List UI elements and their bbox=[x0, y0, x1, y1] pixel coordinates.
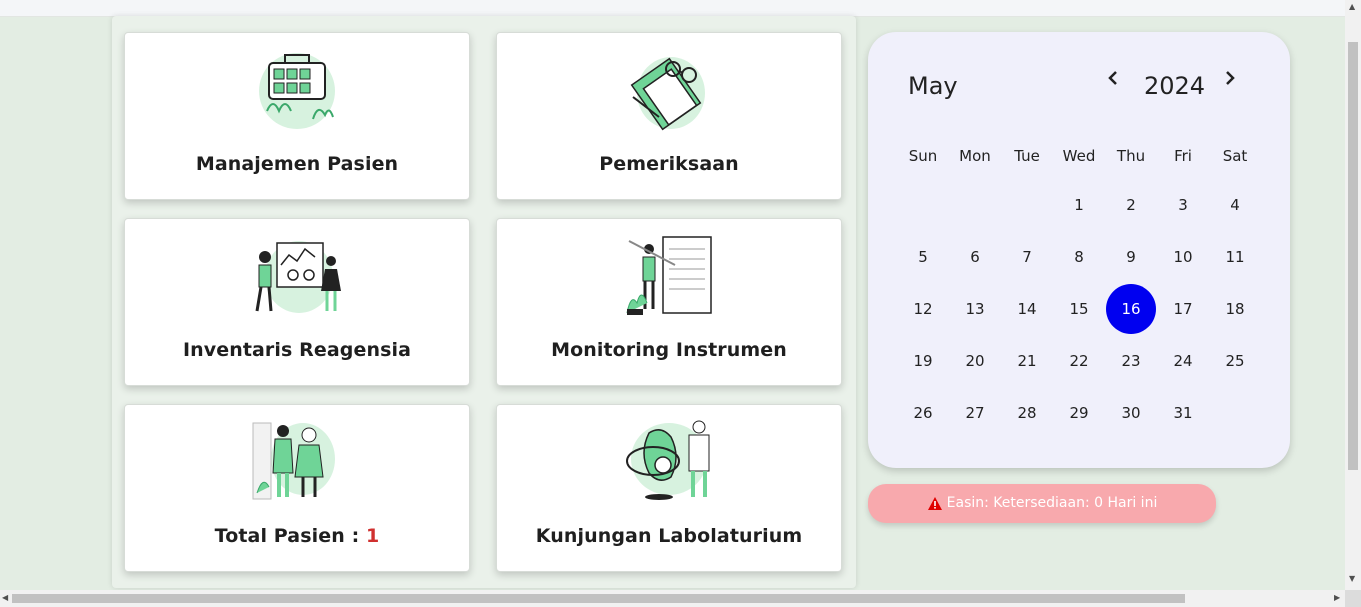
scroll-up-arrow-icon[interactable]: ▲ bbox=[1349, 2, 1355, 11]
card-label: Monitoring Instrumen bbox=[551, 339, 787, 361]
calendar-day[interactable]: 1 bbox=[1054, 180, 1104, 230]
calendar-day[interactable]: 27 bbox=[950, 388, 1000, 438]
calendar-day[interactable]: 9 bbox=[1106, 232, 1156, 282]
calendar-day[interactable]: 12 bbox=[898, 284, 948, 334]
calendar-day[interactable]: 20 bbox=[950, 336, 1000, 386]
calendar-day[interactable]: 18 bbox=[1210, 284, 1260, 334]
instrument-monitoring-illustration-icon bbox=[626, 236, 712, 315]
weekday-sun: Sun bbox=[908, 147, 938, 165]
horizontal-scrollbar[interactable]: ◀ ▶ bbox=[0, 590, 1345, 607]
calendar-day[interactable]: 29 bbox=[1054, 388, 1104, 438]
card-pemeriksaan[interactable]: Pemeriksaan bbox=[496, 32, 842, 200]
total-pasien-label: Total Pasien : bbox=[214, 525, 366, 547]
calendar-day[interactable]: 14 bbox=[1002, 284, 1052, 334]
calendar-day[interactable]: 19 bbox=[898, 336, 948, 386]
calendar-day[interactable]: 28 bbox=[1002, 388, 1052, 438]
scrollbar-corner bbox=[1345, 590, 1361, 607]
weekday-sat: Sat bbox=[1222, 147, 1248, 165]
weekday-wed: Wed bbox=[1062, 147, 1096, 165]
calendar-day[interactable]: 23 bbox=[1106, 336, 1156, 386]
calendar-day[interactable]: 21 bbox=[1002, 336, 1052, 386]
calendar-day[interactable]: 22 bbox=[1054, 336, 1104, 386]
calendar-day[interactable]: 10 bbox=[1158, 232, 1208, 282]
weekday-mon: Mon bbox=[959, 147, 991, 165]
card-kunjungan-labolaturium[interactable]: Kunjungan Labolaturium bbox=[496, 404, 842, 572]
calendar-day-selected[interactable]: 16 bbox=[1106, 284, 1156, 334]
calendar-next-button[interactable] bbox=[1220, 68, 1240, 90]
warning-icon bbox=[927, 496, 942, 510]
calendar-day[interactable]: 17 bbox=[1158, 284, 1208, 334]
calendar-prev-button[interactable] bbox=[1103, 68, 1123, 90]
examination-clipboard-illustration-icon bbox=[630, 57, 705, 131]
calendar-day[interactable]: 24 bbox=[1158, 336, 1208, 386]
calendar-day[interactable]: 31 bbox=[1158, 388, 1208, 438]
horizontal-scroll-thumb[interactable] bbox=[12, 594, 1185, 603]
calendar-day[interactable]: 6 bbox=[950, 232, 1000, 282]
calendar-widget: May 2024 Sun Mon Tue Wed Thu Fri Sat 1 2 3 4 5 6 7 8 9 1… bbox=[868, 32, 1290, 468]
weekday-fri: Fri bbox=[1174, 147, 1192, 165]
patients-illustration-icon bbox=[252, 422, 335, 500]
browser-top-bar bbox=[0, 0, 1345, 17]
calendar-year: 2024 bbox=[1144, 72, 1206, 100]
calendar-day[interactable]: 25 bbox=[1210, 336, 1260, 386]
card-label: Total Pasien : 1 bbox=[125, 525, 469, 547]
card-inventaris-reagensia[interactable]: Inventaris Reagensia bbox=[124, 218, 470, 386]
calendar-day[interactable]: 2 bbox=[1106, 180, 1156, 230]
card-manajemen-pasien[interactable]: Manajemen Pasien bbox=[124, 32, 470, 200]
card-label: Kunjungan Labolaturium bbox=[535, 525, 803, 547]
calendar-day[interactable]: 4 bbox=[1210, 180, 1260, 230]
card-label: Pemeriksaan bbox=[599, 153, 739, 175]
vertical-scroll-thumb[interactable] bbox=[1348, 42, 1358, 470]
chevron-left-icon bbox=[1108, 71, 1117, 85]
availability-alert[interactable]: Easin: Ketersediaan: 0 Hari ini bbox=[868, 484, 1216, 523]
calendar-day[interactable]: 30 bbox=[1106, 388, 1156, 438]
weekday-tue: Tue bbox=[1014, 147, 1040, 165]
calendar-day[interactable]: 26 bbox=[898, 388, 948, 438]
card-total-pasien[interactable]: Total Pasien : 1 bbox=[124, 404, 470, 572]
scroll-down-arrow-icon[interactable]: ▼ bbox=[1349, 574, 1355, 583]
card-label: Manajemen Pasien bbox=[195, 153, 399, 175]
lab-visit-illustration-icon bbox=[626, 420, 710, 500]
scroll-left-arrow-icon[interactable]: ◀ bbox=[2, 593, 8, 602]
calendar-day[interactable]: 15 bbox=[1054, 284, 1104, 334]
vertical-scrollbar[interactable]: ▲ ▼ bbox=[1345, 0, 1361, 590]
reagent-inventory-illustration-icon bbox=[255, 241, 341, 313]
calendar-day[interactable]: 8 bbox=[1054, 232, 1104, 282]
weekday-thu: Thu bbox=[1116, 147, 1146, 165]
calendar-day[interactable]: 11 bbox=[1210, 232, 1260, 282]
scroll-right-arrow-icon[interactable]: ▶ bbox=[1334, 593, 1340, 602]
calendar-month: May bbox=[908, 72, 958, 100]
calendar-day[interactable]: 13 bbox=[950, 284, 1000, 334]
calendar-day[interactable]: 5 bbox=[898, 232, 948, 282]
alert-text: Easin: Ketersediaan: 0 Hari ini bbox=[946, 495, 1158, 511]
calendar-day[interactable]: 3 bbox=[1158, 180, 1208, 230]
card-label: Inventaris Reagensia bbox=[182, 339, 412, 361]
total-pasien-count: 1 bbox=[366, 525, 380, 547]
card-monitoring-instrumen[interactable]: Monitoring Instrumen bbox=[496, 218, 842, 386]
chevron-right-icon bbox=[1226, 71, 1235, 85]
patient-management-illustration-icon bbox=[259, 53, 335, 129]
calendar-day[interactable]: 7 bbox=[1002, 232, 1052, 282]
